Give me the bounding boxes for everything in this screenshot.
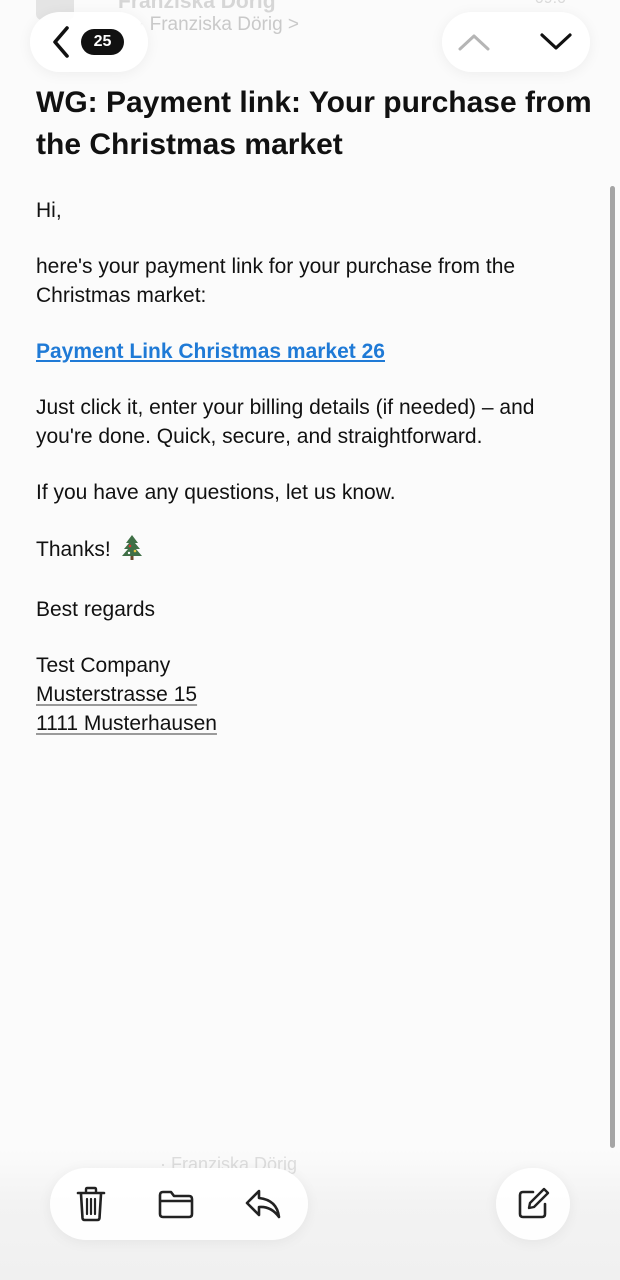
signature-street[interactable]: Musterstrasse 15: [36, 680, 596, 709]
closing-paragraph: Best regards: [36, 598, 156, 621]
folder-icon: [158, 1190, 194, 1219]
back-button[interactable]: [40, 20, 82, 64]
signature-company: Test Company: [36, 654, 171, 677]
thanks-text: Thanks!: [36, 538, 111, 561]
previous-message-button[interactable]: [452, 22, 496, 62]
email-body: Hi, here's your payment link for your pu…: [36, 196, 596, 765]
greeting: Hi,: [36, 199, 62, 222]
trash-icon: [76, 1186, 106, 1222]
chevron-left-icon: [53, 26, 69, 58]
email-subject: WG: Payment link: Your purchase from the…: [36, 86, 592, 161]
faded-time: 09:0: [535, 0, 566, 8]
unread-count-badge: 25: [81, 29, 124, 55]
signature-city[interactable]: 1111 Musterhausen: [36, 709, 596, 738]
chevron-down-icon: [540, 33, 572, 50]
thanks-paragraph: Thanks!: [36, 534, 596, 568]
scrollbar[interactable]: [610, 186, 615, 1148]
questions-paragraph: If you have any questions, let us know.: [36, 481, 396, 504]
move-to-folder-button[interactable]: [151, 1179, 201, 1229]
compose-button[interactable]: [508, 1179, 558, 1229]
signature-block: Test Company Musterstrasse 15 1111 Muste…: [36, 651, 596, 738]
reply-button[interactable]: [238, 1179, 288, 1229]
christmas-tree-icon: [121, 534, 143, 568]
faded-recipient: · Franziska Dörig >: [138, 14, 300, 35]
intro-paragraph: here's your payment link for your purcha…: [36, 255, 516, 307]
instructions-paragraph: Just click it, enter your billing detail…: [36, 396, 535, 448]
faded-sender-name: Franziska Dörig: [118, 0, 276, 13]
compose-icon: [518, 1187, 550, 1219]
chevron-up-icon: [458, 34, 490, 51]
payment-link-paragraph: Payment Link Christmas market 26: [36, 337, 596, 366]
reply-icon: [245, 1189, 281, 1219]
payment-link[interactable]: Payment Link Christmas market 26: [36, 340, 385, 363]
next-message-button[interactable]: [534, 22, 578, 62]
delete-button[interactable]: [66, 1179, 116, 1229]
